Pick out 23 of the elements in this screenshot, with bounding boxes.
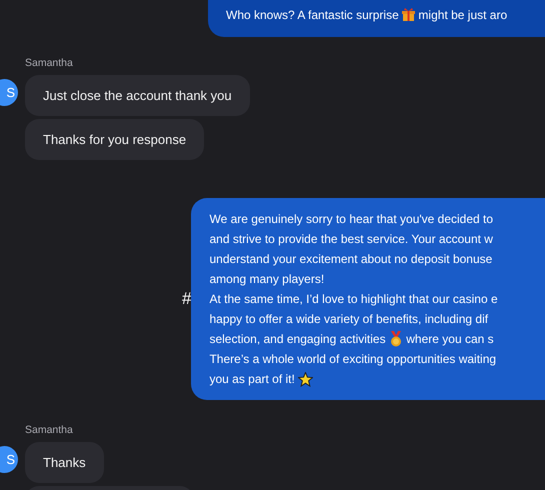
medal-icon bbox=[388, 331, 403, 347]
avatar: S bbox=[0, 79, 18, 106]
message-text: At the same time, I’d love to highlight that our casino e bbox=[209, 291, 498, 308]
message-text: among many players! bbox=[209, 271, 324, 288]
star-icon bbox=[298, 372, 314, 386]
avatar: S bbox=[0, 446, 18, 473]
gift-icon bbox=[402, 8, 416, 22]
message-text: might be just aro bbox=[417, 7, 508, 24]
message-text: We are genuinely sorry to hear that you've decided to bbox=[209, 211, 494, 228]
sender-name: Samantha bbox=[25, 57, 73, 69]
message-text: you as part of it! bbox=[209, 371, 296, 388]
hash-mark: # bbox=[181, 289, 192, 309]
message-bubble: Thanks bbox=[25, 442, 104, 483]
message-text: and strive to provide the best service. Your account w bbox=[209, 231, 493, 248]
message-text: Who knows? A fantastic surprise bbox=[226, 7, 400, 24]
message-bubble: Thanks for you response bbox=[25, 119, 204, 160]
sender-name: Samantha bbox=[25, 424, 73, 436]
message-text: where you can s bbox=[405, 331, 494, 348]
message-bubble: Just close the account thank you bbox=[25, 75, 250, 116]
message-text: happy to offer a wide variety of benefits, including dif bbox=[209, 311, 488, 328]
message-text: selection, and engaging activities bbox=[209, 331, 387, 348]
message-text: understand your excitement about no deposit bonuse bbox=[209, 251, 492, 268]
message-text: There’s a whole world of exciting opportunities waiting bbox=[209, 351, 496, 368]
